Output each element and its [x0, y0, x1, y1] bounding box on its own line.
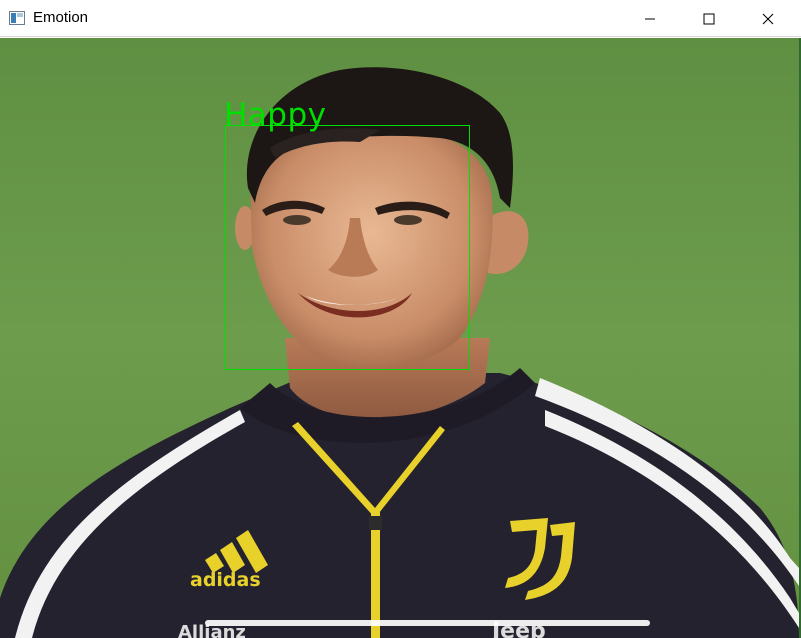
app-icon: [9, 11, 25, 25]
media-progress-bar[interactable]: [205, 620, 650, 626]
minimize-icon: [645, 18, 655, 19]
minimize-button[interactable]: [627, 0, 673, 37]
svg-text:adidas: adidas: [190, 569, 261, 591]
face-bounding-box: [225, 125, 470, 370]
close-icon: [762, 13, 774, 24]
maximize-button[interactable]: [686, 0, 732, 37]
maximize-icon: [703, 13, 715, 24]
title-bar[interactable]: Emotion: [0, 0, 801, 37]
app-window: Emotion adidas Allianz Jeep Happy: [0, 0, 801, 638]
video-frame: adidas Allianz Jeep Happy: [0, 38, 799, 638]
window-title: Emotion: [33, 9, 89, 26]
close-button[interactable]: [745, 0, 791, 37]
